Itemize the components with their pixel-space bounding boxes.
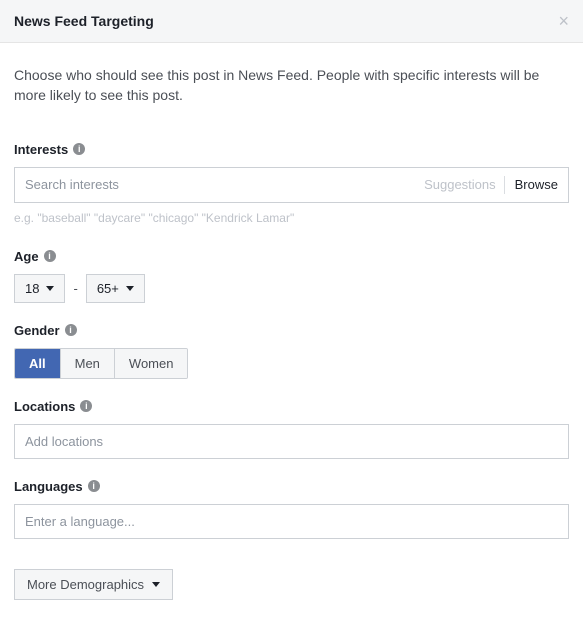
gender-section: Gender i All Men Women [14,323,569,379]
more-demographics-label: More Demographics [27,577,144,592]
age-range-row: 18 - 65+ [14,274,569,303]
chevron-down-icon [46,286,54,291]
browse-link[interactable]: Browse [505,177,568,192]
interests-label-text: Interests [14,142,68,157]
locations-label: Locations i [14,399,569,414]
close-icon[interactable]: × [558,12,569,30]
interests-hint: e.g. "baseball" "daycare" "chicago" "Ken… [14,211,569,225]
interests-section: Interests i Suggestions Browse e.g. "bas… [14,142,569,225]
info-icon[interactable]: i [73,143,85,155]
suggestions-link[interactable]: Suggestions [416,177,504,192]
chevron-down-icon [152,582,160,587]
gender-label-text: Gender [14,323,60,338]
age-max-value: 65+ [97,281,119,296]
info-icon[interactable]: i [44,250,56,262]
gender-label: Gender i [14,323,569,338]
info-icon[interactable]: i [65,324,77,336]
chevron-down-icon [126,286,134,291]
description-text: Choose who should see this post in News … [14,65,569,106]
age-max-select[interactable]: 65+ [86,274,145,303]
gender-women-button[interactable]: Women [114,349,188,378]
age-label-text: Age [14,249,39,264]
age-label: Age i [14,249,569,264]
age-min-value: 18 [25,281,39,296]
languages-input[interactable] [14,504,569,539]
dialog-content: Choose who should see this post in News … [0,43,583,620]
interests-input-box: Suggestions Browse [14,167,569,203]
languages-label: Languages i [14,479,569,494]
age-section: Age i 18 - 65+ [14,249,569,303]
interests-input[interactable] [15,168,416,202]
info-icon[interactable]: i [88,480,100,492]
gender-all-button[interactable]: All [15,349,60,378]
languages-section: Languages i [14,479,569,539]
dialog-header: News Feed Targeting × [0,0,583,43]
locations-section: Locations i [14,399,569,459]
info-icon[interactable]: i [80,400,92,412]
dialog-title: News Feed Targeting [14,13,154,29]
more-demographics-button[interactable]: More Demographics [14,569,173,600]
gender-toggle-group: All Men Women [14,348,188,379]
age-dash: - [73,281,77,296]
gender-men-button[interactable]: Men [60,349,114,378]
interests-label: Interests i [14,142,569,157]
age-min-select[interactable]: 18 [14,274,65,303]
locations-input[interactable] [14,424,569,459]
locations-label-text: Locations [14,399,75,414]
languages-label-text: Languages [14,479,83,494]
